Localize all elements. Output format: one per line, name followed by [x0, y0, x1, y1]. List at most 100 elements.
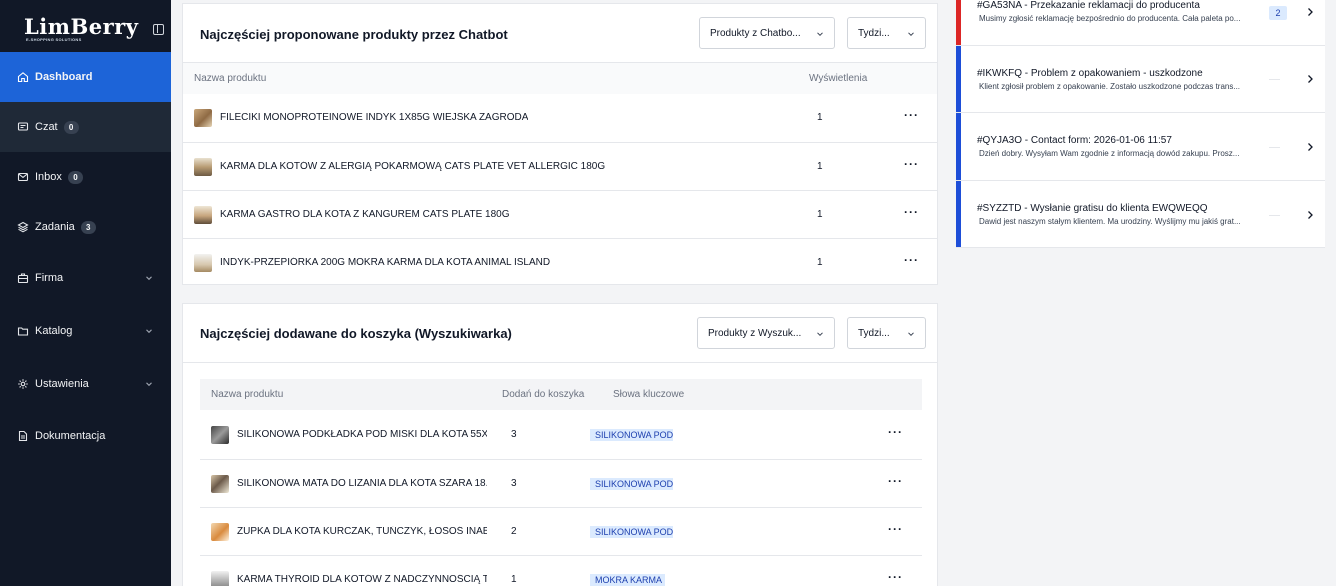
- views-count: 1: [817, 257, 823, 268]
- ticket-preview: Dawid jest naszym stałym klientem. Ma ur…: [979, 217, 1241, 226]
- product-thumbnail: [211, 426, 229, 444]
- product-name: KARMA THYROID DLA KOTÓW Z NADCZYNNOŚCIĄ …: [237, 574, 487, 585]
- ticket-priority-bar: [956, 46, 961, 112]
- keyword-tag: SILIKONOWA POD: [590, 429, 673, 441]
- keyword-tag: SILIKONOWA POD: [590, 526, 673, 538]
- table-row[interactable]: FILECIKI MONOPROTEINOWE INDYK 1X85G WIEJ…: [183, 94, 937, 142]
- column-header-added: Dodań do koszyka: [502, 389, 585, 400]
- product-name: KARMA DLA KOTÓW Z ALERGIĄ POKARMOWĄ CATS…: [220, 161, 606, 172]
- row-menu-icon[interactable]: ···: [888, 425, 903, 439]
- chevron-right-icon: [1308, 211, 1313, 219]
- chatbot-products-card: Najczęściej proponowane produkty przez C…: [182, 3, 938, 285]
- column-header-views: Wyświetlenia: [809, 73, 868, 84]
- product-name: ZUPKA DLA KOTA KURCZAK, TUŃCZYK, ŁOSOŚ I…: [237, 526, 487, 537]
- zadania-count-badge: 3: [80, 220, 96, 234]
- ticket-preview: Klient zgłosił problem z opakowanie. Zos…: [979, 82, 1241, 91]
- chatbot-period-select[interactable]: Tydzi...: [847, 17, 926, 49]
- sidebar-item-label: Zadania: [35, 221, 75, 233]
- chevron-down-icon: [908, 32, 914, 37]
- document-icon: [17, 430, 29, 442]
- brand-logo-subtitle: E-SHOPPING SOLUTIONS: [26, 36, 82, 42]
- brand-logo[interactable]: LimBerry E-SHOPPING SOLUTIONS: [24, 13, 139, 42]
- added-count: 2: [511, 526, 517, 537]
- folder-icon: [17, 325, 29, 337]
- product-name: SILIKONOWA MATA DO LIZANIA DLA KOTA SZAR…: [237, 478, 487, 489]
- sidebar-item-dashboard[interactable]: Dashboard: [0, 52, 171, 102]
- row-menu-icon[interactable]: ···: [904, 205, 919, 219]
- layers-icon: [17, 221, 29, 233]
- ticket-title: #QYJA3O - Contact form: 2026-01-06 11:57: [977, 135, 1172, 146]
- chevron-down-icon: [146, 381, 152, 386]
- ticket-count-placeholder: [1269, 147, 1280, 148]
- gear-icon: [17, 378, 29, 390]
- product-thumbnail: [211, 523, 229, 541]
- ticket-item[interactable]: #SYZZTD - Wysłanie gratisu do klienta EW…: [956, 181, 1325, 248]
- cart-source-select[interactable]: Produkty z Wyszuk...: [697, 317, 835, 349]
- chevron-down-icon: [908, 332, 914, 337]
- product-thumbnail: [194, 109, 212, 127]
- sidebar-item-czat[interactable]: Czat 0: [0, 102, 171, 152]
- row-menu-icon[interactable]: ···: [888, 474, 903, 488]
- ticket-title: #IKWKFQ - Problem z opakowaniem - uszkod…: [977, 68, 1203, 79]
- row-menu-icon[interactable]: ···: [904, 157, 919, 171]
- table-row[interactable]: SILIKONOWA MATA DO LIZANIA DLA KOTA SZAR…: [200, 459, 922, 507]
- sidebar-item-inbox[interactable]: Inbox 0: [0, 152, 171, 202]
- ticket-item[interactable]: #QYJA3O - Contact form: 2026-01-06 11:57…: [956, 113, 1325, 181]
- keyword-tag: SILIKONOWA POD: [590, 478, 673, 490]
- ticket-priority-bar: [956, 113, 961, 180]
- sidebar-item-firma[interactable]: Firma: [0, 252, 171, 304]
- select-value: Tydzi...: [858, 327, 890, 339]
- sidebar-item-dokumentacja[interactable]: Dokumentacja: [0, 410, 171, 462]
- logo-row: LimBerry E-SHOPPING SOLUTIONS: [0, 0, 171, 52]
- table-row[interactable]: KARMA THYROID DLA KOTÓW Z NADCZYNNOŚCIĄ …: [200, 555, 922, 586]
- table-row[interactable]: INDYK-PRZEPIÓRKA 200G MOKRA KARMA DLA KO…: [183, 238, 937, 286]
- table-header: Nazwa produktu Wyświetlenia: [183, 63, 937, 94]
- row-menu-icon[interactable]: ···: [904, 108, 919, 122]
- sidebar-item-label: Dokumentacja: [35, 430, 106, 442]
- product-thumbnail: [194, 254, 212, 272]
- ticket-item[interactable]: #GA53NA - Przekazanie reklamacji do prod…: [956, 0, 1325, 46]
- added-count: 3: [511, 478, 517, 489]
- sidebar-item-ustawienia[interactable]: Ustawienia: [0, 357, 171, 410]
- product-name: KARMA GASTRO DLA KOTA Z KANGUREM CATS PL…: [220, 209, 510, 220]
- ticket-preview: Dzień dobry. Wysyłam Wam zgodnie z infor…: [979, 149, 1240, 158]
- czat-count-badge: 0: [63, 120, 79, 134]
- ticket-title: #GA53NA - Przekazanie reklamacji do prod…: [977, 0, 1200, 11]
- chevron-right-icon: [1308, 75, 1313, 83]
- table-row[interactable]: SILIKONOWA PODKŁADKA POD MISKI DLA KOTA …: [200, 411, 922, 459]
- table-row[interactable]: KARMA GASTRO DLA KOTA Z KANGUREM CATS PL…: [183, 190, 937, 238]
- select-value: Produkty z Chatbo...: [710, 27, 801, 39]
- table-header: Nazwa produktu Dodań do koszyka Słowa kl…: [200, 379, 922, 410]
- table-row[interactable]: KARMA DLA KOTÓW Z ALERGIĄ POKARMOWĄ CATS…: [183, 142, 937, 190]
- keyword-tag: MOKRA KARMA: [590, 574, 665, 586]
- sidebar-item-katalog[interactable]: Katalog: [0, 304, 171, 357]
- chevron-down-icon: [146, 276, 152, 281]
- divider: [183, 362, 937, 363]
- product-name: SILIKONOWA PODKŁADKA POD MISKI DLA KOTA …: [237, 429, 487, 440]
- cart-products-card: Najczęściej dodawane do koszyka (Wyszuki…: [182, 303, 938, 586]
- chevron-right-icon: [1308, 8, 1313, 16]
- views-count: 1: [817, 112, 823, 123]
- card-title: Najczęściej dodawane do koszyka (Wyszuki…: [200, 326, 512, 341]
- row-menu-icon[interactable]: ···: [888, 522, 903, 536]
- ticket-priority-bar: [956, 0, 961, 45]
- added-count: 1: [511, 574, 517, 585]
- row-menu-icon[interactable]: ···: [888, 570, 903, 584]
- chevron-down-icon: [817, 32, 823, 37]
- views-count: 1: [817, 161, 823, 172]
- ticket-item[interactable]: #IKWKFQ - Problem z opakowaniem - uszkod…: [956, 46, 1325, 113]
- table-row[interactable]: ZUPKA DLA KOTA KURCZAK, TUŃCZYK, ŁOSOŚ I…: [200, 507, 922, 555]
- product-thumbnail: [211, 571, 229, 586]
- brand-logo-text: LimBerry: [24, 13, 139, 39]
- sidebar-item-zadania[interactable]: Zadania 3: [0, 202, 171, 252]
- chat-icon: [17, 121, 29, 133]
- chevron-right-icon: [1308, 143, 1313, 151]
- chatbot-source-select[interactable]: Produkty z Chatbo...: [699, 17, 835, 49]
- ticket-count-placeholder: [1269, 79, 1280, 80]
- sidebar-toggle-icon[interactable]: [153, 24, 164, 35]
- cart-table-body: SILIKONOWA PODKŁADKA POD MISKI DLA KOTA …: [200, 411, 922, 586]
- cart-period-select[interactable]: Tydzi...: [847, 317, 926, 349]
- ticket-list: #GA53NA - Przekazanie reklamacji do prod…: [956, 0, 1325, 248]
- row-menu-icon[interactable]: ···: [904, 253, 919, 267]
- sidebar-item-label: Inbox: [35, 171, 62, 183]
